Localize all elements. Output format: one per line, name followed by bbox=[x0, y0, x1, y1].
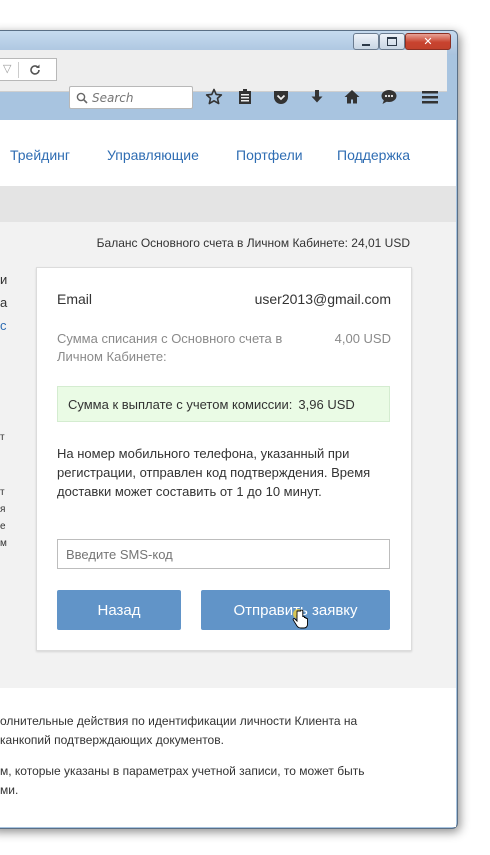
back-button[interactable]: Назад bbox=[57, 590, 181, 630]
email-value: user2013@gmail.com bbox=[254, 291, 391, 307]
email-row: Email user2013@gmail.com bbox=[57, 291, 391, 307]
maximize-button[interactable] bbox=[379, 33, 405, 50]
payout-summary: Сумма к выплате с учетом комиссии: 3,96 … bbox=[57, 386, 390, 422]
minimize-icon bbox=[362, 43, 370, 46]
nav-trading[interactable]: Трейдинг bbox=[10, 147, 70, 163]
menu-icon[interactable] bbox=[420, 88, 440, 106]
reload-icon[interactable] bbox=[28, 60, 42, 81]
minimize-button[interactable] bbox=[353, 33, 379, 50]
left-text-fragment: м bbox=[0, 538, 7, 549]
section-header-band bbox=[0, 186, 456, 222]
search-field[interactable] bbox=[69, 86, 193, 109]
close-button[interactable]: ✕ bbox=[405, 33, 451, 50]
url-separator bbox=[18, 62, 19, 78]
withdrawal-confirmation-card: Email user2013@gmail.com Сумма списания … bbox=[36, 267, 412, 651]
charge-label: Сумма списания с Основного счета в Лично… bbox=[57, 331, 283, 364]
payout-value: 3,96 USD bbox=[298, 396, 355, 412]
balance-text: Баланс Основного счета в Личном Кабинете… bbox=[96, 236, 410, 250]
left-text-fragment: и bbox=[0, 272, 8, 287]
nav-portfolios[interactable]: Портфели bbox=[236, 147, 303, 163]
charge-value: 4,00 USD bbox=[334, 331, 391, 346]
left-text-fragment: т bbox=[0, 487, 5, 498]
top-navigation: Трейдинг Управляющие Портфели Поддержка bbox=[0, 120, 456, 186]
left-text-fragment: я bbox=[0, 504, 6, 515]
payout-label: Сумма к выплате с учетом комиссии: bbox=[68, 396, 293, 412]
sms-info-text: На номер мобильного телефона, указанный … bbox=[57, 446, 371, 499]
sms-code-input[interactable] bbox=[57, 539, 390, 569]
footer-note-line: ми. bbox=[0, 783, 19, 797]
url-dropdown-icon[interactable]: ▽ bbox=[3, 62, 11, 75]
download-icon[interactable] bbox=[308, 88, 326, 106]
chat-icon[interactable] bbox=[380, 88, 398, 106]
left-text-fragment: т bbox=[0, 432, 5, 443]
bookmark-star-icon[interactable] bbox=[205, 88, 223, 106]
email-label: Email bbox=[57, 291, 93, 307]
footer-note-line: олнительные действия по идентификации ли… bbox=[0, 714, 358, 728]
left-link-fragment[interactable]: с bbox=[0, 318, 7, 333]
web-page: Трейдинг Управляющие Портфели Поддержка … bbox=[0, 120, 456, 827]
search-input[interactable] bbox=[92, 89, 188, 106]
nav-support[interactable]: Поддержка bbox=[337, 147, 410, 163]
left-text-fragment: е bbox=[0, 521, 6, 532]
search-icon bbox=[76, 92, 88, 104]
hand-cursor-icon bbox=[292, 609, 308, 629]
reading-list-icon[interactable] bbox=[236, 88, 254, 106]
left-text-fragment: а bbox=[0, 295, 8, 310]
home-icon[interactable] bbox=[343, 88, 361, 106]
footer-note-line: м, которые указаны в параметрах учетной … bbox=[0, 764, 365, 778]
maximize-icon bbox=[387, 37, 397, 46]
nav-managers[interactable]: Управляющие bbox=[107, 147, 199, 163]
pocket-icon[interactable] bbox=[272, 88, 290, 106]
footer-note-line: канкопий подтверждающих документов. bbox=[0, 733, 224, 747]
browser-toolbar: ▽ bbox=[0, 50, 447, 92]
charge-row: Сумма списания с Основного счета в Лично… bbox=[57, 330, 391, 366]
url-bar-end[interactable]: ▽ bbox=[0, 58, 57, 81]
